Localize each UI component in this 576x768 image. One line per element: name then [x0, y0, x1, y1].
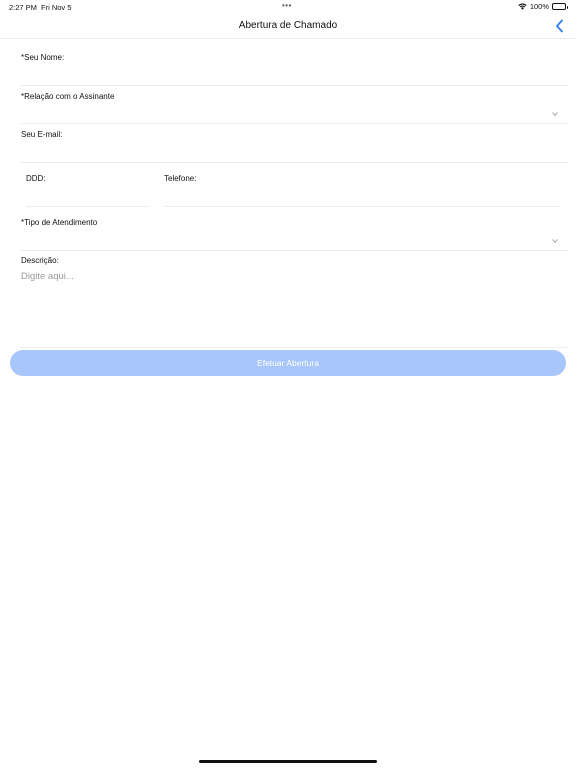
back-button[interactable] — [552, 18, 568, 34]
battery-icon — [552, 3, 568, 10]
status-indicators: 100% — [518, 2, 568, 11]
nome-label: *Seu Nome: — [21, 53, 65, 62]
chevron-down-icon — [552, 112, 558, 116]
status-time: 2:27 PM — [9, 3, 37, 12]
relacao-field: *Relação com o Assinante — [21, 92, 568, 124]
telefone-input[interactable] — [164, 187, 560, 203]
home-indicator[interactable] — [199, 760, 377, 763]
tipo-atendimento-field: *Tipo de Atendimento — [21, 218, 568, 251]
status-bar: 2:27 PM Fri Nov 5 ••• 100% — [0, 0, 576, 14]
navigation-bar: Abertura de Chamado — [0, 14, 576, 39]
relacao-select[interactable] — [21, 104, 568, 120]
telefone-label: Telefone: — [164, 174, 197, 183]
email-label: Seu E-mail: — [21, 130, 63, 139]
nome-field: *Seu Nome: — [21, 53, 568, 86]
relacao-label: *Relação com o Assinante — [21, 92, 115, 101]
divider — [20, 347, 568, 348]
descricao-label: Descrição: — [21, 256, 59, 265]
email-input[interactable] — [21, 143, 568, 159]
wifi-icon — [518, 3, 527, 10]
telefone-field: Telefone: — [164, 174, 560, 207]
ddd-field: DDD: — [26, 174, 149, 207]
tipo-atendimento-select[interactable] — [21, 231, 568, 247]
ddd-label: DDD: — [26, 174, 46, 183]
descricao-textarea[interactable] — [21, 271, 561, 343]
page-title: Abertura de Chamado — [238, 20, 338, 31]
multitasking-dots-icon[interactable]: ••• — [282, 1, 292, 10]
chevron-down-icon — [552, 239, 558, 243]
efetuar-abertura-button[interactable]: Efetuar Abertura — [10, 350, 566, 376]
battery-percent: 100% — [529, 2, 549, 11]
status-date: Fri Nov 5 — [41, 3, 72, 12]
ddd-input[interactable] — [26, 187, 149, 203]
chevron-left-icon — [556, 19, 563, 33]
nome-input[interactable] — [21, 66, 568, 82]
email-field: Seu E-mail: — [21, 130, 568, 163]
tipo-atendimento-label: *Tipo de Atendimento — [21, 218, 98, 227]
